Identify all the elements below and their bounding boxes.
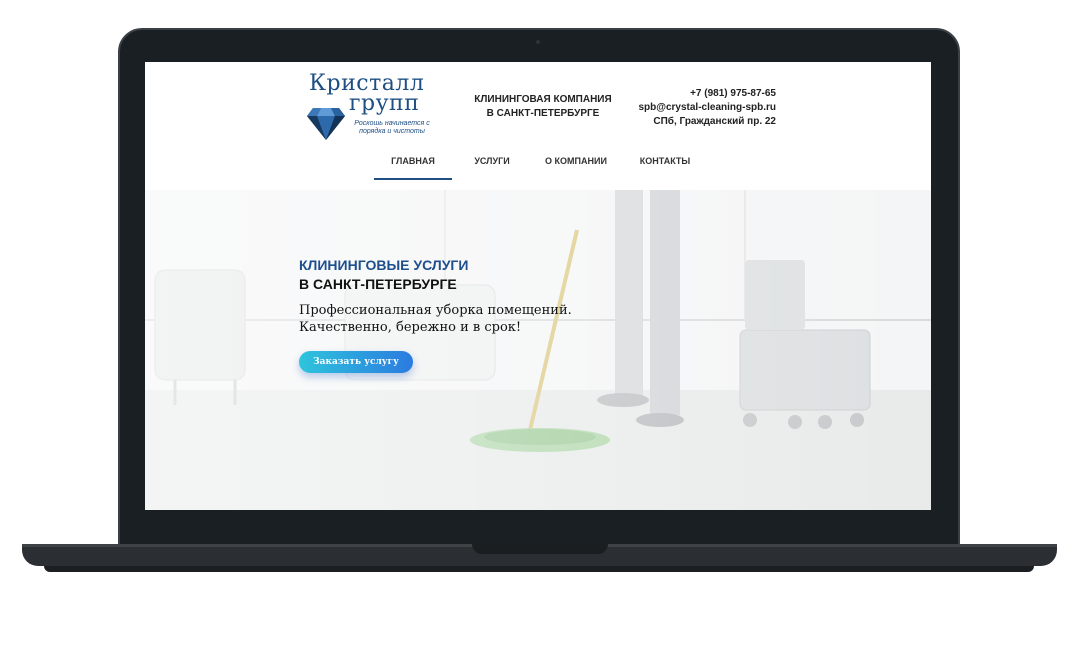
hero-section: КЛИНИНГОВЫЕ УСЛУГИ В САНКТ-ПЕТЕРБУРГЕ Пр…	[145, 190, 931, 510]
nav-item-services[interactable]: УСЛУГИ	[467, 156, 517, 166]
email-link[interactable]: spb@crystal-cleaning-spb.ru	[625, 101, 776, 115]
header-contacts: +7 (981) 975-87-65 spb@crystal-cleaning-…	[625, 87, 776, 129]
hero-overlay	[145, 190, 931, 510]
logo-wordmark-second: групп	[349, 91, 420, 116]
hero-subtitle-line1: Профессиональная уборка помещений.	[299, 303, 572, 318]
website-screen: Кристалл групп Роскошь начинается с поря…	[145, 62, 931, 510]
phone-link[interactable]: +7 (981) 975-87-65	[625, 87, 776, 101]
laptop-camera	[536, 40, 540, 44]
order-service-button[interactable]: Заказать услугу	[299, 351, 413, 373]
company-descriptor-line2: В САНКТ-ПЕТЕРБУРГЕ	[486, 108, 600, 119]
company-descriptor: КЛИНИНГОВАЯ КОМПАНИЯ В САНКТ-ПЕТЕРБУРГЕ	[463, 93, 623, 121]
nav-item-home[interactable]: ГЛАВНАЯ	[374, 156, 452, 166]
crystal-logo-icon	[307, 108, 345, 140]
company-logo[interactable]: Кристалл групп Роскошь начинается с поря…	[307, 72, 432, 144]
nav-active-indicator	[374, 178, 452, 180]
nav-item-about[interactable]: О КОМПАНИИ	[536, 156, 616, 166]
hero-heading-line2: В САНКТ-ПЕТЕРБУРГЕ	[299, 276, 457, 292]
logo-tagline: Роскошь начинается с порядка и чистоты	[354, 120, 430, 135]
laptop-base-shadow	[44, 566, 1034, 572]
hero-subtitle-line2: Качественно, бережно и в срок!	[299, 320, 522, 335]
laptop-notch	[472, 544, 608, 554]
hero-heading-line1: КЛИНИНГОВЫЕ УСЛУГИ	[299, 257, 469, 273]
nav-item-contacts[interactable]: КОНТАКТЫ	[633, 156, 697, 166]
company-descriptor-line1: КЛИНИНГОВАЯ КОМПАНИЯ	[474, 94, 612, 105]
address-text: СПб, Гражданский пр. 22	[653, 116, 776, 127]
